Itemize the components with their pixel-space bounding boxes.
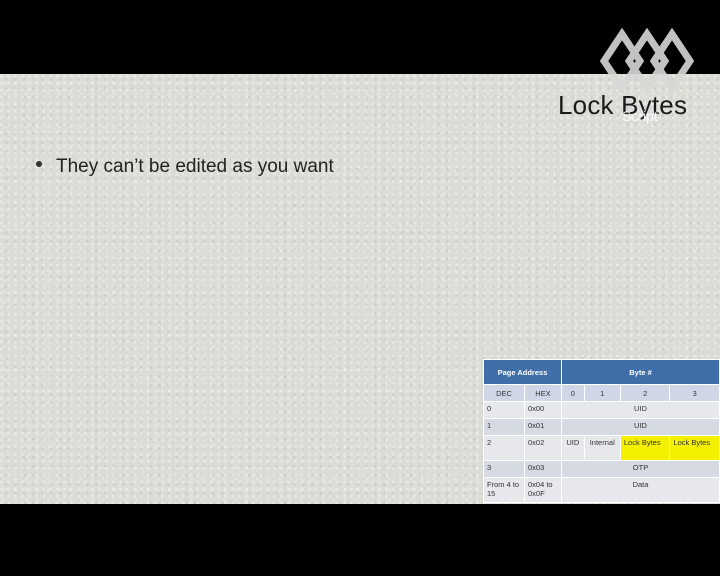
row-hex: 0x03 bbox=[524, 460, 562, 478]
header-byte: Byte # bbox=[561, 359, 720, 385]
row-hex: 0x04 to 0x0F bbox=[524, 477, 562, 503]
lock-bytes-table: Page Address Byte # DEC HEX 0 1 2 3 0 0x… bbox=[483, 359, 720, 503]
subheader-byte-1: 1 bbox=[583, 384, 621, 402]
table-row: 0 0x00 UID bbox=[483, 401, 720, 419]
table-header-row: Page Address Byte # bbox=[483, 359, 720, 385]
table-row: 2 0x02 UID Internal Lock Bytes Lock Byte… bbox=[483, 435, 720, 461]
row-span-cell: UID bbox=[561, 401, 720, 419]
subheader-hex: HEX bbox=[524, 384, 562, 402]
bullet-text: They can’t be edited as you want bbox=[56, 156, 334, 177]
row-dec: 0 bbox=[483, 401, 525, 419]
row-span-cell: OTP bbox=[561, 460, 720, 478]
table-row: 1 0x01 UID bbox=[483, 418, 720, 436]
subheader-byte-3: 3 bbox=[669, 384, 720, 402]
row-byte-1: Internal bbox=[583, 435, 621, 461]
slide: Lock Bytes Script They can’t be edited a… bbox=[0, 74, 720, 504]
header-page-address: Page Address bbox=[483, 359, 562, 385]
row-dec: 1 bbox=[483, 418, 525, 436]
row-hex: 0x02 bbox=[524, 435, 562, 461]
diamond-logo-icon bbox=[600, 28, 695, 94]
row-span-cell: Data bbox=[561, 477, 720, 503]
row-span-cell: UID bbox=[561, 418, 720, 436]
row-dec: From 4 to 15 bbox=[483, 477, 525, 503]
row-hex: 0x00 bbox=[524, 401, 562, 419]
overlay-caption: Script bbox=[622, 108, 658, 124]
row-byte-2-highlight: Lock Bytes bbox=[619, 435, 671, 461]
bullet-item: They can’t be edited as you want bbox=[36, 156, 334, 178]
subheader-byte-2: 2 bbox=[619, 384, 671, 402]
row-dec: 3 bbox=[483, 460, 525, 478]
subheader-dec: DEC bbox=[483, 384, 525, 402]
row-byte-0: UID bbox=[561, 435, 585, 461]
table-row: From 4 to 15 0x04 to 0x0F Data bbox=[483, 477, 720, 503]
row-dec: 2 bbox=[483, 435, 525, 461]
subheader-byte-0: 0 bbox=[561, 384, 585, 402]
table-subheader-row: DEC HEX 0 1 2 3 bbox=[483, 384, 720, 402]
table-row: 3 0x03 OTP bbox=[483, 460, 720, 478]
bullet-dot-icon bbox=[36, 160, 42, 167]
row-hex: 0x01 bbox=[524, 418, 562, 436]
row-byte-3-highlight: Lock Bytes bbox=[669, 435, 720, 461]
